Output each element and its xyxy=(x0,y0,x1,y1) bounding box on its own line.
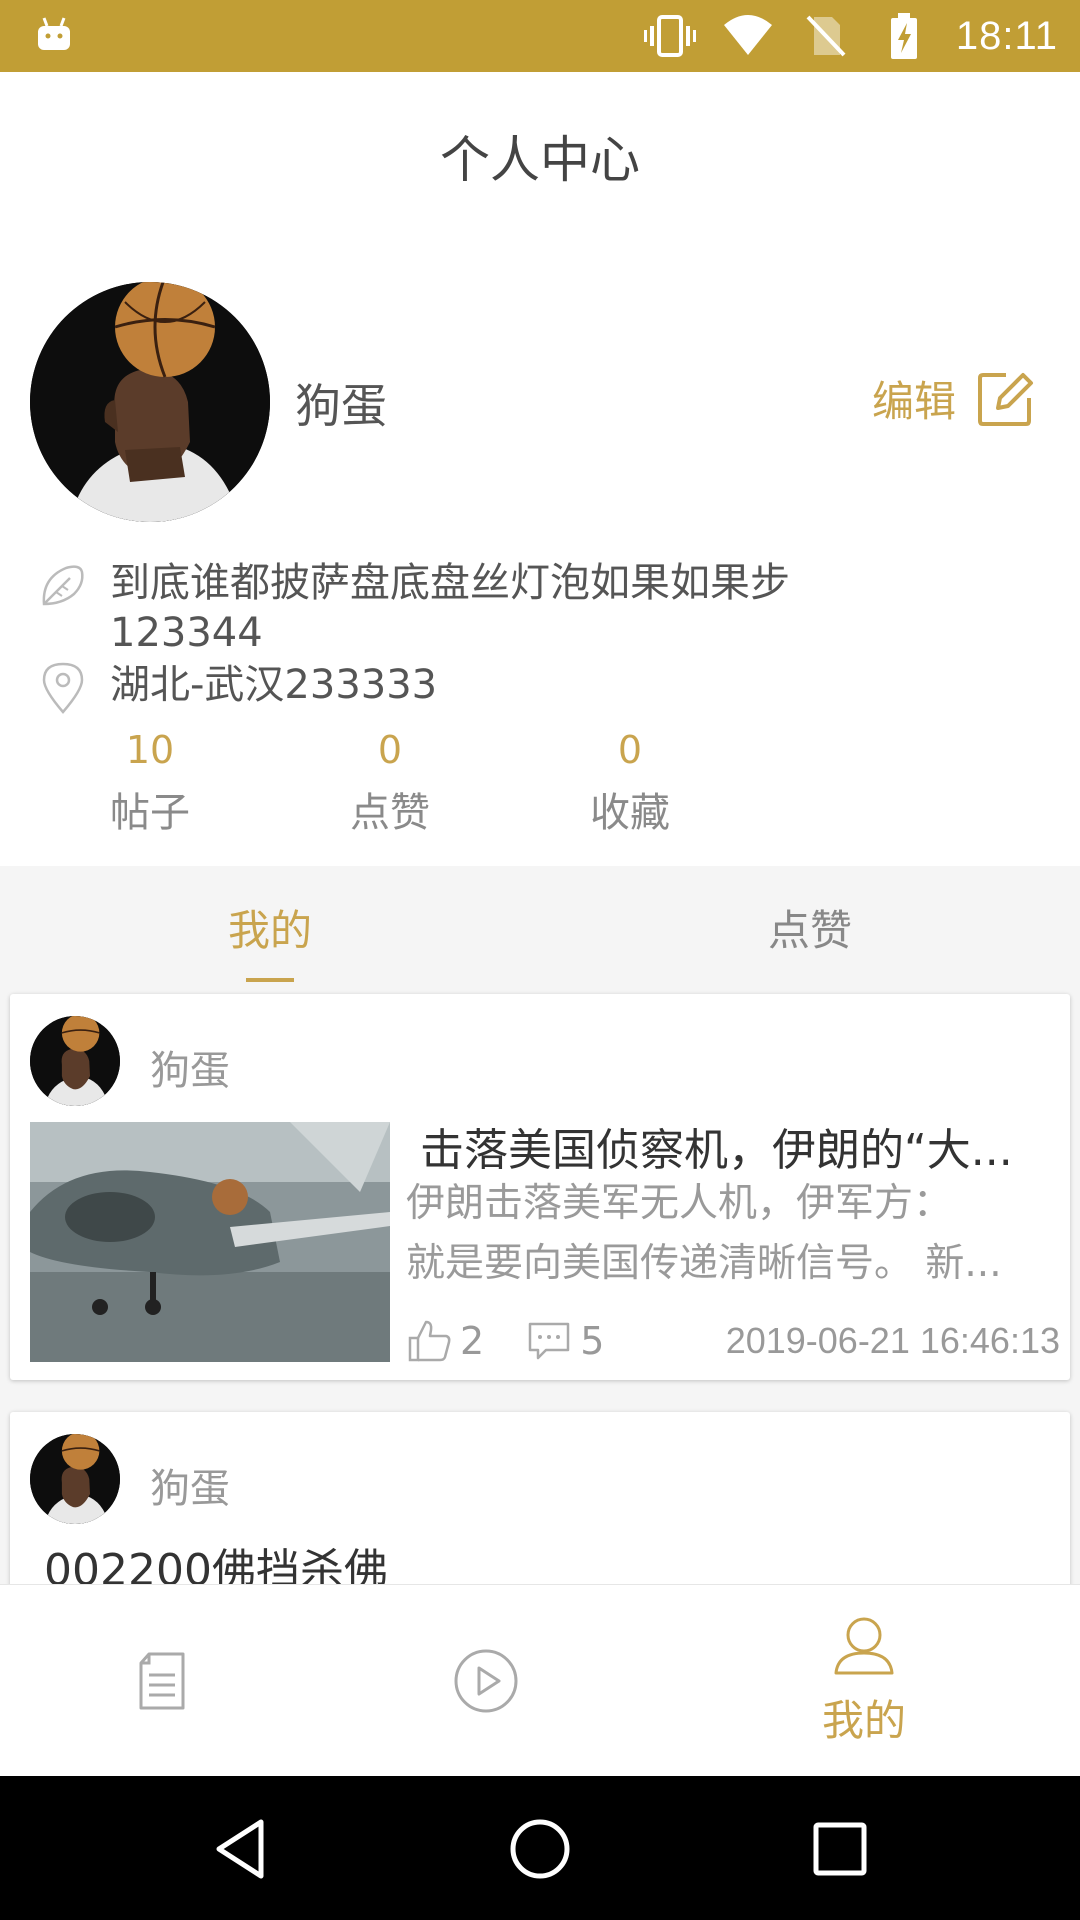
post-card[interactable]: 狗蛋 002200佛挡杀佛 xyxy=(10,1412,1070,1584)
post-description-line: 就是要向美国传递清晰信号。 新... xyxy=(406,1241,1002,1286)
battery-charging-icon xyxy=(890,13,917,59)
system-navigation-bar xyxy=(0,1776,1080,1920)
vibrate-icon xyxy=(643,15,696,57)
feather-icon xyxy=(42,565,84,606)
profile-location: 湖北-武汉233333 xyxy=(110,662,438,708)
post-timestamp: 2019-06-21 16:46:13 xyxy=(725,1320,1060,1361)
post-author-avatar[interactable] xyxy=(30,1016,120,1106)
profile-tabs: 我的 点赞 xyxy=(0,866,1080,988)
stat-count: 0 xyxy=(617,728,643,772)
status-bar: 18:11 xyxy=(0,0,1080,72)
profile-username: 狗蛋 xyxy=(295,379,387,433)
comment-icon[interactable] xyxy=(526,1318,572,1364)
document-icon xyxy=(139,1652,185,1710)
profile-stats: 10 帖子 0 点赞 0 收藏 xyxy=(0,728,1080,838)
stat-favorites[interactable]: 0 收藏 xyxy=(530,728,730,838)
thumbs-up-icon[interactable] xyxy=(406,1318,452,1364)
stat-label: 帖子 xyxy=(110,790,190,836)
status-time: 18:11 xyxy=(955,13,1058,58)
post-author-name: 狗蛋 xyxy=(150,1466,230,1512)
stat-count: 10 xyxy=(125,728,175,772)
bottom-navigation: 我的 xyxy=(0,1584,1080,1776)
location-row: 湖北-武汉233333 xyxy=(36,660,810,714)
post-thumbnail[interactable] xyxy=(30,1122,390,1362)
nav-profile[interactable]: 我的 xyxy=(800,1585,928,1777)
nav-news[interactable] xyxy=(100,1585,224,1777)
post-title[interactable]: 击落美国侦察机，伊朗的“大... xyxy=(420,1114,1050,1178)
stat-count: 0 xyxy=(377,728,403,772)
edit-icon xyxy=(978,372,1033,426)
nav-video[interactable] xyxy=(424,1585,548,1777)
play-circle-icon xyxy=(454,1649,518,1713)
post-description: 伊朗击落美军无人机，伊军方： 就是要向美国传递清晰信号。 新... xyxy=(406,1174,1046,1294)
like-count: 2 xyxy=(460,1319,485,1363)
home-icon[interactable] xyxy=(505,1814,575,1884)
stat-posts[interactable]: 10 帖子 xyxy=(50,728,250,838)
post-author-name: 狗蛋 xyxy=(150,1048,230,1094)
post-meta: 2 5 2019-06-21 16:46:13 xyxy=(406,1314,1060,1368)
bio-row: 到底谁都披萨盘底盘丝灯泡如果如果步123344 xyxy=(36,558,810,658)
android-debug-icon xyxy=(38,17,70,50)
wifi-icon xyxy=(723,15,772,55)
post-author-avatar[interactable] xyxy=(30,1434,120,1524)
comment-count: 5 xyxy=(580,1319,605,1363)
profile-bio: 到底谁都披萨盘底盘丝灯泡如果如果步123344 xyxy=(110,560,790,656)
back-icon[interactable] xyxy=(205,1814,275,1884)
post-feed[interactable]: 狗蛋 击落美国侦察机，伊朗的“大... 伊朗击落美军无人机，伊军方： 就是要向美… xyxy=(0,988,1080,1584)
stat-likes[interactable]: 0 点赞 xyxy=(290,728,490,838)
post-description-line: 伊朗击落美军无人机，伊军方： xyxy=(406,1181,953,1226)
recents-icon[interactable] xyxy=(805,1814,875,1884)
location-pin-icon xyxy=(42,662,84,714)
edit-profile-button[interactable]: 编辑 xyxy=(872,368,1034,429)
post-card[interactable]: 狗蛋 击落美国侦察机，伊朗的“大... 伊朗击落美军无人机，伊军方： 就是要向美… xyxy=(10,994,1070,1380)
edit-label: 编辑 xyxy=(871,377,956,426)
stat-label: 点赞 xyxy=(350,790,430,836)
profile-avatar[interactable] xyxy=(30,282,270,522)
tab-liked[interactable]: 点赞 xyxy=(540,866,1080,988)
nav-profile-label: 我的 xyxy=(821,1695,906,1745)
tab-indicator xyxy=(246,978,294,982)
user-icon xyxy=(834,1617,894,1674)
post-title[interactable]: 002200佛挡杀佛 xyxy=(44,1534,388,1584)
no-sim-icon xyxy=(806,15,846,57)
page-title: 个人中心 xyxy=(440,131,640,189)
tab-mine[interactable]: 我的 xyxy=(0,866,540,988)
stat-label: 收藏 xyxy=(590,790,670,836)
